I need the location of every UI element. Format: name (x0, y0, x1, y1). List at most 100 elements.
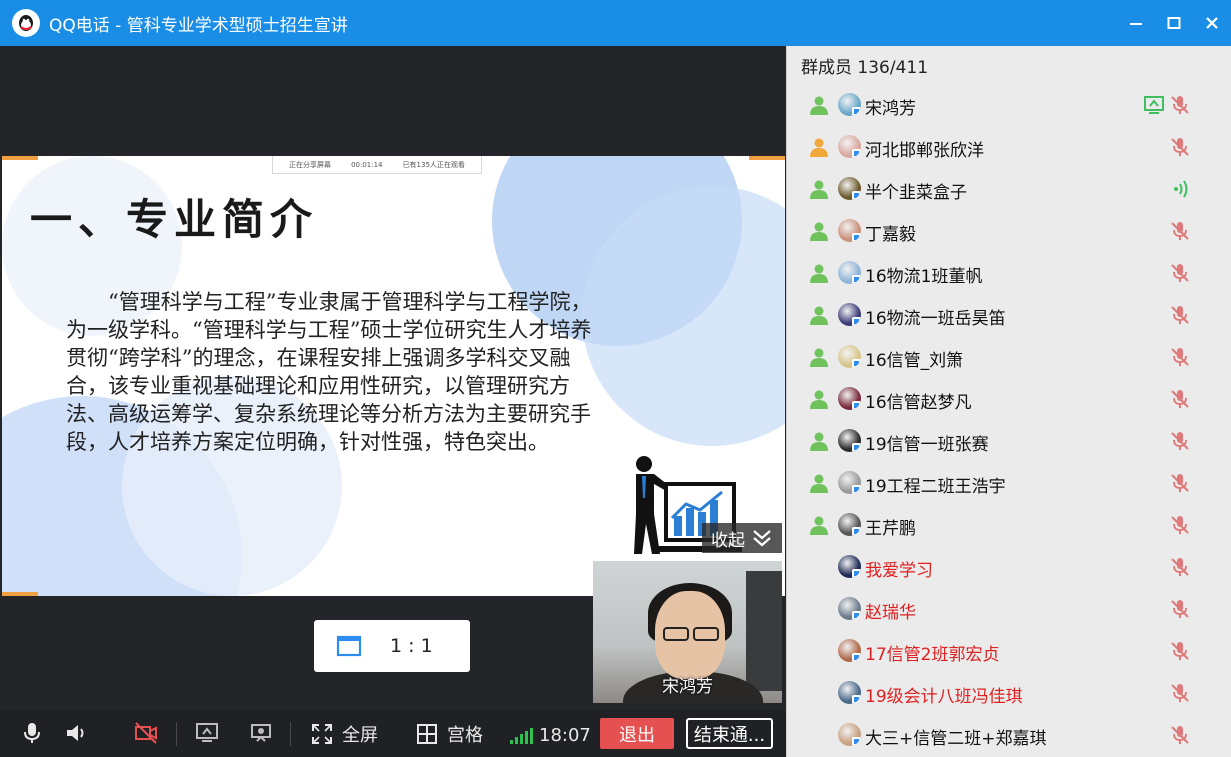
member-row[interactable]: 16物流1班董帆 (787, 252, 1231, 294)
mic-muted-icon[interactable] (1169, 598, 1191, 620)
maximize-icon (1167, 17, 1181, 29)
mic-muted-icon[interactable] (1169, 640, 1191, 662)
member-name: 16物流1班董帆 (865, 267, 983, 287)
mic-muted-icon[interactable] (1169, 220, 1191, 242)
device-badge-icon (852, 653, 861, 662)
chevron-double-down-icon (753, 530, 771, 547)
member-name: 16物流一班岳昊笛 (865, 309, 1006, 329)
member-row[interactable]: 17信管2班郭宏贞 (787, 630, 1231, 672)
avatar[interactable] (838, 345, 861, 368)
shared-screen[interactable]: 正在分享屏幕 00:01:14 已有135人正在观看 一、专业简介 “管理科学与… (2, 156, 785, 596)
camera-glasses (693, 627, 719, 641)
member-list[interactable]: 宋鸿芳 河北邯郸张欣洋 半个韭菜盒子 丁嘉毅 16物流1班董帆 16物流一班岳昊笛 16信管… (787, 84, 1231, 756)
microphone-icon (24, 723, 40, 743)
microphone-button[interactable] (20, 721, 44, 745)
avatar[interactable] (838, 471, 861, 494)
avatar[interactable] (838, 513, 861, 536)
speaker-button[interactable] (64, 721, 88, 745)
mic-muted-icon[interactable] (1169, 430, 1191, 452)
member-row[interactable]: 半个韭菜盒子 (787, 168, 1231, 210)
camera-toggle-button[interactable] (134, 721, 158, 745)
mic-muted-icon[interactable] (1169, 514, 1191, 536)
avatar[interactable] (838, 387, 861, 410)
connection-status: 18:07 (510, 725, 591, 746)
member-row[interactable]: 16物流一班岳昊笛 (787, 294, 1231, 336)
slide-title: 一、专业简介 (30, 195, 319, 244)
member-name: 大三+信管二班+郑嘉琪 (865, 729, 1047, 749)
member-name: 19信管一班张赛 (865, 435, 989, 455)
maximize-button[interactable] (1155, 0, 1193, 46)
avatar[interactable] (838, 681, 861, 704)
member-row[interactable]: 赵瑞华 (787, 588, 1231, 630)
camera-name-label: 宋鸿芳 (662, 677, 713, 697)
end-call-button[interactable]: 结束通... (686, 718, 773, 749)
effects-icon (251, 724, 271, 742)
member-row[interactable]: 16信管_刘箫 (787, 336, 1231, 378)
member-count: 群成员 136/411 (801, 58, 929, 78)
user-icon (808, 514, 830, 536)
device-badge-icon (852, 695, 861, 704)
fullscreen-button[interactable]: 全屏 (310, 721, 378, 747)
window-controls (1117, 0, 1231, 46)
mic-muted-icon[interactable] (1169, 724, 1191, 746)
member-row[interactable]: 19工程二班王浩宇 (787, 462, 1231, 504)
toolbar-divider (290, 722, 291, 746)
mic-muted-icon[interactable] (1169, 556, 1191, 578)
avatar[interactable] (838, 723, 861, 746)
toolbar-divider (176, 722, 177, 746)
avatar[interactable] (838, 429, 861, 452)
minimize-button[interactable] (1117, 0, 1155, 46)
device-badge-icon (852, 737, 861, 746)
member-name: 16信管_刘箫 (865, 351, 964, 371)
slide-body: “管理科学与工程”专业隶属于管理科学与工程学院，为一级学科。“管理科学与工程”硕… (66, 290, 592, 454)
mic-muted-icon[interactable] (1169, 346, 1191, 368)
mic-muted-icon[interactable] (1169, 682, 1191, 704)
member-row[interactable]: 丁嘉毅 (787, 210, 1231, 252)
aspect-ratio-button[interactable]: 1 : 1 (314, 620, 470, 672)
avatar[interactable] (838, 261, 861, 284)
grid-view-button[interactable]: 宫格 (415, 721, 483, 747)
mic-muted-icon[interactable] (1169, 94, 1191, 116)
member-row[interactable]: 王芹鹏 (787, 504, 1231, 546)
mic-muted-icon[interactable] (1169, 136, 1191, 158)
user-icon (808, 178, 830, 200)
member-row[interactable]: 大三+信管二班+郑嘉琪 (787, 714, 1231, 756)
member-row[interactable]: 19信管一班张赛 (787, 420, 1231, 462)
presenter-camera-feed[interactable]: 宋鸿芳 (593, 561, 782, 703)
member-row[interactable]: 19级会计八班冯佳琪 (787, 672, 1231, 714)
avatar[interactable] (838, 639, 861, 662)
avatar[interactable] (838, 177, 861, 200)
user-icon (808, 388, 830, 410)
screen-sharing-icon (1143, 94, 1165, 116)
member-row[interactable]: 我爱学习 (787, 546, 1231, 588)
device-badge-icon (852, 569, 861, 578)
user-icon (808, 220, 830, 242)
exit-button[interactable]: 退出 (600, 718, 674, 749)
avatar[interactable] (838, 93, 861, 116)
device-badge-icon (852, 149, 861, 158)
device-badge-icon (852, 275, 861, 284)
avatar[interactable] (838, 597, 861, 620)
device-badge-icon (852, 359, 861, 368)
member-panel: 群成员 136/411 宋鸿芳 河北邯郸张欣洋 半个韭菜盒子 丁嘉毅 16物流1班董帆 1… (786, 46, 1231, 757)
member-row[interactable]: 16信管赵梦凡 (787, 378, 1231, 420)
mic-muted-icon[interactable] (1169, 472, 1191, 494)
share-duration: 00:01:14 (351, 160, 383, 169)
screen-share-button[interactable] (195, 721, 219, 745)
speaker-icon (67, 725, 84, 741)
collapse-button[interactable]: 收起 (702, 523, 782, 553)
user-icon (808, 304, 830, 326)
screen-share-icon (196, 723, 218, 742)
avatar[interactable] (838, 135, 861, 158)
speaking-icon[interactable] (1169, 178, 1191, 200)
effects-button[interactable] (249, 721, 273, 745)
close-button[interactable] (1193, 0, 1231, 46)
mic-muted-icon[interactable] (1169, 388, 1191, 410)
member-row[interactable]: 河北邯郸张欣洋 (787, 126, 1231, 168)
mic-muted-icon[interactable] (1169, 304, 1191, 326)
member-row[interactable]: 宋鸿芳 (787, 84, 1231, 126)
avatar[interactable] (838, 219, 861, 242)
avatar[interactable] (838, 303, 861, 326)
avatar[interactable] (838, 555, 861, 578)
mic-muted-icon[interactable] (1169, 262, 1191, 284)
